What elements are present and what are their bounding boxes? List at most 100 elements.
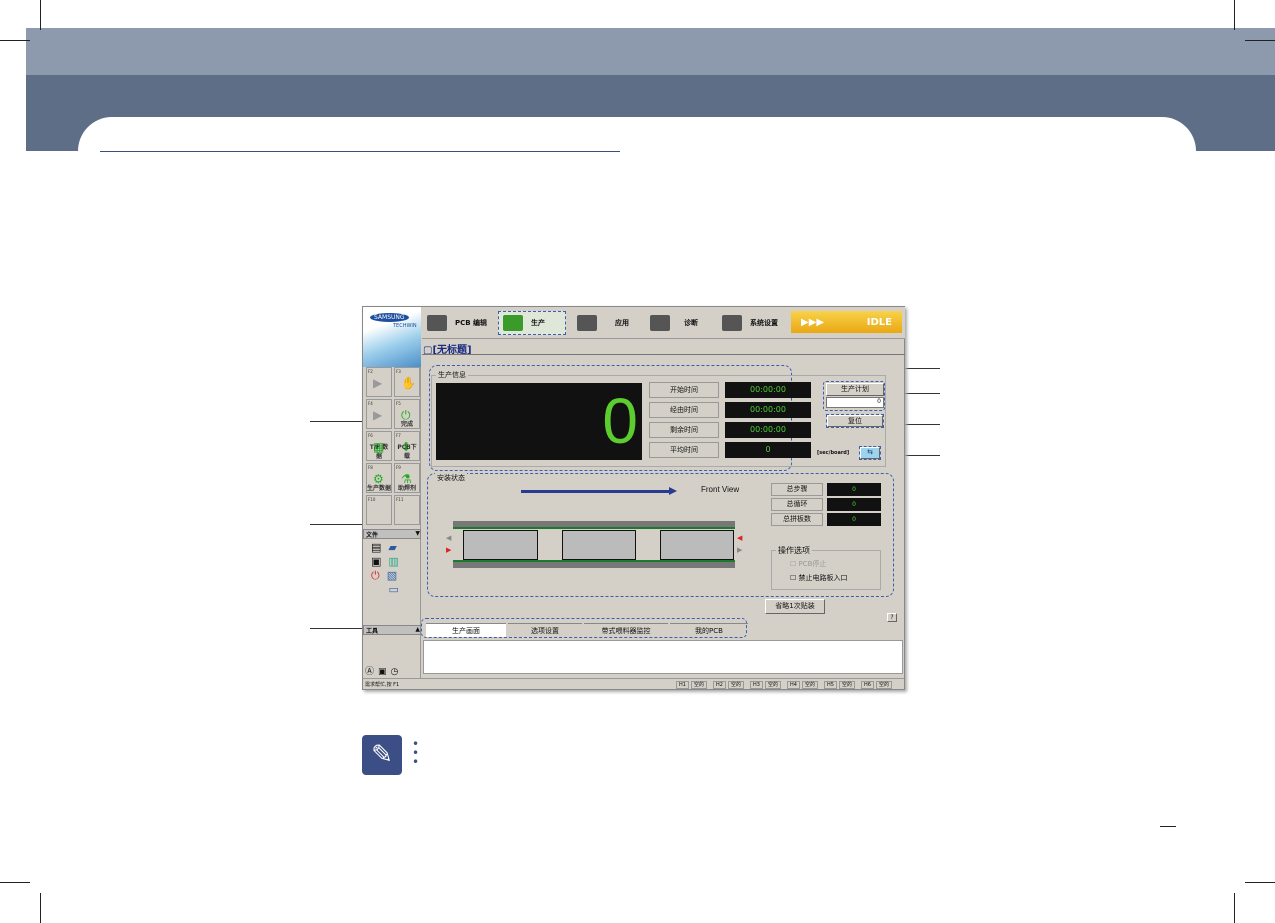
info-label: 平均时间	[649, 442, 719, 458]
machine-status-indicator: ▶▶▶ IDLE	[791, 311, 902, 333]
counter-label: 总拼板数	[771, 513, 823, 526]
crop-mark	[0, 40, 30, 41]
toolbar-system-settings[interactable]: 系统设置	[722, 311, 778, 335]
apply-icon	[577, 315, 597, 331]
operation-options-group: 操作选项 ☐ PCB停止 ☐ 禁止电路板入口	[771, 545, 881, 590]
new-file-icon[interactable]: ▤	[371, 541, 381, 554]
pcb-edit-icon	[427, 315, 447, 331]
fkey-f10[interactable]: F10	[366, 495, 392, 525]
production-plan-button[interactable]: 生产计划	[826, 383, 884, 396]
counter-value: 0	[827, 483, 881, 496]
arrow-left-icon: ◀	[446, 534, 452, 542]
front-view-label: Front View	[701, 485, 740, 494]
fkey-f5[interactable]: F5 ⏻ 完成	[394, 399, 420, 429]
right-indicators: ◀ ▶	[737, 532, 742, 556]
header-band-light	[26, 28, 1275, 76]
fkey-icon: ✋	[401, 376, 416, 390]
pcb-stop-checkbox[interactable]: ☐ PCB停止	[790, 559, 826, 569]
fkey-f3[interactable]: F3 ✋	[394, 367, 420, 397]
skip-once-button[interactable]: 省略1次贴装	[765, 599, 825, 614]
power-icon[interactable]: ⏻	[371, 569, 380, 582]
page-number-line	[1160, 826, 1176, 827]
block-board-entry-checkbox[interactable]: ☐ 禁止电路板入口	[790, 573, 848, 583]
fkey-f8[interactable]: F8 ⚙ 生产数据	[366, 463, 392, 493]
counter-label: 总循环	[771, 498, 823, 511]
title-underline	[100, 151, 620, 152]
content-tab	[78, 117, 1196, 177]
fkey-f9[interactable]: F9 ⚗ 助焊剂	[394, 463, 420, 493]
head-status: 空的	[876, 681, 893, 689]
save-icon[interactable]: ▣	[371, 555, 381, 568]
divider	[422, 354, 905, 355]
clock-icon[interactable]: ◷	[391, 667, 403, 677]
fkey-f2[interactable]: F2 ▶	[366, 367, 392, 397]
head-label: H6	[861, 681, 874, 689]
unit-toggle-button[interactable]: ⇆	[859, 446, 881, 460]
edit-icon[interactable]: ▧	[387, 569, 397, 582]
conveyor-rail-bottom	[453, 562, 735, 568]
head-status: 空的	[728, 681, 745, 689]
fkey-f11[interactable]: F11	[394, 495, 420, 525]
note-pencil-icon: ✎	[362, 735, 402, 775]
info-label: 剩余时间	[649, 422, 719, 438]
info-value: 00:00:00	[725, 382, 811, 398]
info-value: 00:00:00	[725, 422, 811, 438]
tool-panel-header[interactable]: 工具 ▲	[363, 625, 421, 635]
arrow-head-icon	[669, 487, 677, 495]
file-icons: ▤ ▰ ▣ ▥ ⏻ ▧ ▭	[371, 541, 399, 597]
head-label: H5	[824, 681, 837, 689]
production-plan-input[interactable]: 0	[826, 397, 884, 408]
help-button[interactable]: ?	[887, 613, 897, 622]
fkey-f7[interactable]: F7 ⬇ PCB下载	[394, 431, 420, 461]
info-value: 0	[725, 442, 811, 458]
head-label: H4	[787, 681, 800, 689]
fkey-icon: ▶	[373, 376, 383, 390]
info-label: 开始时间	[649, 382, 719, 398]
crop-mark	[1245, 882, 1275, 883]
counter-value: 0	[827, 498, 881, 511]
head-label: H1	[676, 681, 689, 689]
main-toolbar: PCB 编辑 生产 应用 诊断 系统设置 ▶▶▶ IDLE	[422, 307, 905, 339]
note-dots-icon: • • •	[412, 737, 420, 769]
font-icon[interactable]: Ⓐ	[365, 667, 378, 677]
pcb-slot-1	[463, 530, 538, 560]
arrow-right-red-icon: ▶	[446, 546, 452, 554]
left-sidebar: SAMSUNG TECHWIN F2 ▶ F3 ✋ F4 ▶ F5 ⏻ 完成 F6 ▦ T/F 数据 F7…	[363, 307, 421, 678]
chevron-down-icon: ▼	[415, 530, 420, 537]
computer-icon[interactable]: ▭	[388, 583, 398, 596]
toolbar-pcb-edit[interactable]: PCB 编辑	[427, 311, 487, 335]
callout-line	[310, 421, 365, 422]
head-label: H2	[713, 681, 726, 689]
crop-mark	[1234, 0, 1235, 30]
reset-button[interactable]: 复位	[826, 414, 884, 428]
toolbar-apply[interactable]: 应用	[577, 311, 629, 335]
flow-arrow	[521, 490, 671, 493]
status-bar: 需求帮忙,按 F1 H1 空的 H2 空的 H3 空的 H4 空的 H5 空的 H6 空的	[363, 678, 904, 690]
toolbar-production[interactable]: 生产	[498, 311, 566, 335]
left-indicators: ◀ ▶	[446, 532, 451, 556]
tabs-highlight	[421, 618, 747, 638]
file-panel-header[interactable]: 文件 ▼	[363, 529, 421, 539]
floppy-icon[interactable]: ▣	[378, 667, 391, 677]
production-gear-icon	[503, 315, 523, 331]
arrow-left-red-icon: ◀	[737, 534, 743, 542]
crop-mark	[1245, 40, 1275, 41]
app-window: SAMSUNG TECHWIN F2 ▶ F3 ✋ F4 ▶ F5 ⏻ 完成 F6 ▦ T/F 数据 F7…	[362, 306, 905, 690]
head-status: 空的	[765, 681, 782, 689]
crop-mark	[1234, 893, 1235, 923]
head-status: 空的	[839, 681, 856, 689]
counter-label: 总步骤	[771, 483, 823, 496]
production-count-display: 0	[436, 383, 642, 460]
arrow-right-icon: ▶	[737, 546, 743, 554]
fkey-f4[interactable]: F4 ▶	[366, 399, 392, 429]
counter-value: 0	[827, 513, 881, 526]
toolbar-diagnosis[interactable]: 诊断	[650, 311, 698, 335]
swap-icon: ⇆	[867, 448, 873, 456]
samsung-logo: SAMSUNG TECHWIN	[363, 307, 421, 367]
fkey-f6[interactable]: F6 ▦ T/F 数据	[366, 431, 392, 461]
head-label: H3	[750, 681, 763, 689]
transfer-icon[interactable]: ▥	[388, 555, 398, 568]
head-status: 空的	[691, 681, 708, 689]
open-folder-icon[interactable]: ▰	[388, 541, 396, 554]
conveyor-belt-top	[453, 527, 735, 529]
